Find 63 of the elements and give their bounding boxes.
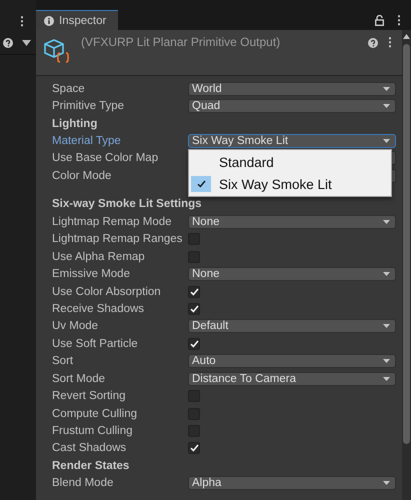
checkbox[interactable] <box>188 302 200 315</box>
property-label: Space <box>52 82 86 95</box>
dropdown-field[interactable]: Alpha <box>188 476 396 490</box>
inspector-tab[interactable]: Inspector <box>36 10 118 30</box>
menu-option[interactable]: Six Way Smoke Lit <box>189 173 391 195</box>
checkbox[interactable] <box>188 338 200 350</box>
property-label: Uv Mode <box>52 320 100 332</box>
dropdown-arrow-icon[interactable] <box>22 40 31 46</box>
info-icon <box>44 16 54 26</box>
property-label: Use Base Color Map <box>52 152 160 164</box>
menu-icon[interactable]: ⋮ <box>393 13 405 27</box>
property-label: Primitive Type <box>52 100 126 112</box>
property-label: Material Type <box>52 135 122 148</box>
dropdown-field[interactable]: World <box>188 82 396 96</box>
property-label: Lightmap Remap Ranges <box>52 233 184 246</box>
property-label: Receive Shadows <box>52 302 146 315</box>
menu-option[interactable]: Standard <box>189 151 391 173</box>
dropdown-field[interactable]: None <box>188 267 396 282</box>
property-label: Use Soft Particle <box>52 338 139 350</box>
section-header: Lighting <box>52 118 98 130</box>
component-title: (VFXURP Lit Planar Primitive Output) <box>81 35 280 49</box>
property-label: Revert Sorting <box>52 390 127 402</box>
scroll-up-icon[interactable] <box>403 34 410 39</box>
dropdown-arrow-icon <box>383 481 390 486</box>
dropdown-arrow-icon <box>383 139 390 144</box>
dropdown-arrow-icon <box>383 359 390 364</box>
property-label: Cast Shadows <box>52 442 128 454</box>
menu-icon[interactable]: ⋮ <box>0 0 36 32</box>
property-label: Lightmap Remap Mode <box>52 216 173 228</box>
property-label: Color Mode <box>52 170 112 182</box>
dropdown-field[interactable]: Default <box>188 319 396 334</box>
scrollbar-thumb[interactable] <box>403 44 410 444</box>
property-label: Blend Mode <box>52 477 114 490</box>
checkmark-icon <box>190 340 198 348</box>
dropdown-field[interactable]: Distance To Camera <box>188 372 396 386</box>
help-icon[interactable] <box>3 38 13 48</box>
cube-code-icon <box>43 38 71 66</box>
dropdown-field[interactable]: None <box>188 214 396 229</box>
dropdown-field[interactable]: Quad <box>188 99 396 114</box>
dropdown-field[interactable]: Auto <box>188 354 396 368</box>
checkmark-icon <box>196 180 206 188</box>
property-label: Frustum Culling <box>52 425 134 438</box>
property-label: Use Alpha Remap <box>52 250 146 263</box>
property-label: Sort <box>52 355 74 368</box>
menu-icon[interactable]: ⋮ <box>384 35 396 49</box>
checkbox[interactable] <box>188 442 200 454</box>
property-label: Compute Culling <box>52 408 138 420</box>
property-label: Sort Mode <box>52 372 106 385</box>
section-header: Six-way Smoke Lit Settings <box>52 198 202 210</box>
dropdown-arrow-icon <box>383 86 390 91</box>
dropdown-arrow-icon <box>383 272 390 276</box>
lock-icon[interactable] <box>375 14 384 26</box>
dropdown-field[interactable]: Six Way Smoke Lit <box>188 134 396 148</box>
help-icon[interactable] <box>368 38 378 48</box>
dropdown-arrow-icon <box>383 376 390 381</box>
checkbox[interactable] <box>188 286 200 298</box>
property-label: Emissive Mode <box>52 268 131 280</box>
dropdown-arrow-icon <box>383 104 390 108</box>
dropdown-arrow-icon <box>383 220 390 224</box>
section-header: Render States <box>52 460 130 472</box>
checkmark-icon <box>190 444 198 452</box>
dropdown-arrow-icon <box>383 324 390 328</box>
property-label: Use Color Absorption <box>52 286 162 298</box>
